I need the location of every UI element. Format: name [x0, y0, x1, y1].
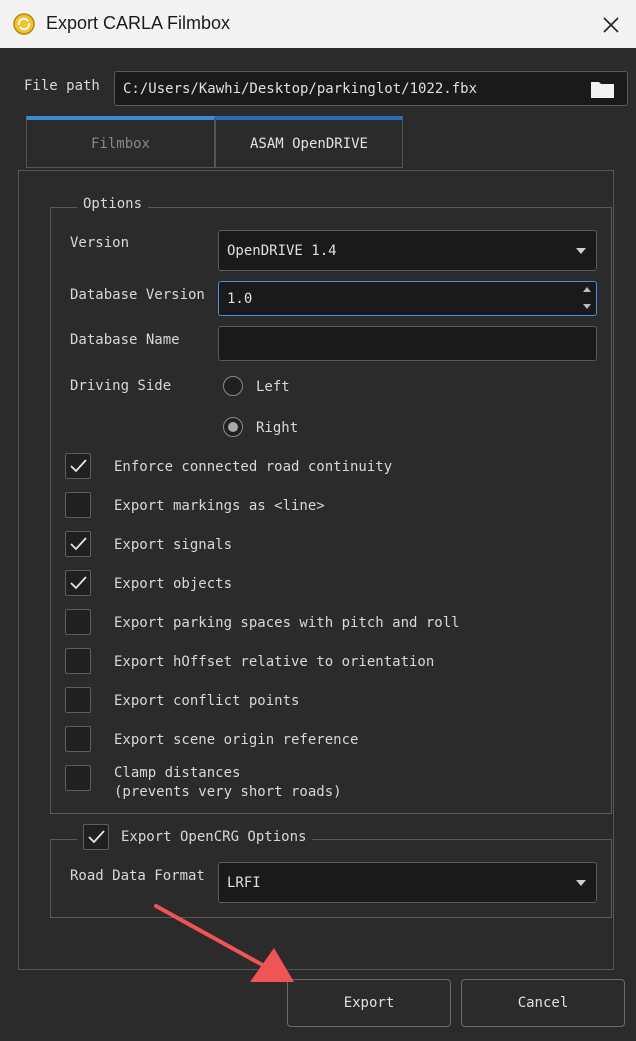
road-data-format-value: LRFI — [227, 874, 261, 891]
checkbox-export-objects-label: Export objects — [114, 576, 233, 592]
tab-filmbox[interactable]: Filmbox — [26, 116, 215, 168]
options-group: Options Version OpenDRIVE 1.4 Database V… — [50, 196, 612, 814]
database-version-value: 1.0 — [227, 290, 253, 307]
checkbox-scene-origin[interactable] — [65, 726, 91, 752]
database-version-spinbox[interactable]: 1.0 — [218, 281, 597, 316]
spin-up-icon[interactable] — [583, 287, 591, 292]
opencrg-group-header: Export OpenCRG Options — [77, 824, 313, 850]
database-name-input[interactable] — [218, 326, 597, 361]
cancel-button[interactable]: Cancel — [461, 979, 625, 1027]
tab-panel: Options Version OpenDRIVE 1.4 Database V… — [18, 170, 614, 970]
checkbox-conflict-points-label: Export conflict points — [114, 693, 300, 709]
version-value: OpenDRIVE 1.4 — [227, 242, 337, 259]
checkbox-parking-pitch-roll[interactable] — [65, 609, 91, 635]
checkbox-export-signals[interactable] — [65, 531, 91, 557]
checkbox-conflict-points[interactable] — [65, 687, 91, 713]
road-data-format-dropdown[interactable]: LRFI — [218, 862, 597, 903]
database-version-label: Database Version — [70, 287, 205, 303]
export-button-label: Export — [343, 995, 395, 1011]
folder-icon[interactable] — [590, 79, 616, 99]
driving-side-label: Driving Side — [70, 378, 172, 394]
file-path-value: C:/Users/Kawhi/Desktop/parkinglot/1022.f… — [123, 80, 478, 97]
close-icon[interactable] — [596, 10, 626, 40]
version-label: Version — [70, 235, 130, 251]
checkbox-export-markings-label: Export markings as <line> — [114, 498, 325, 514]
radio-right-label: Right — [256, 420, 299, 436]
checkbox-hoffset-label: Export hOffset relative to orientation — [114, 654, 435, 670]
radio-left[interactable] — [223, 376, 243, 396]
checkbox-export-opencrg[interactable] — [83, 824, 109, 850]
app-icon — [12, 12, 36, 36]
chevron-down-icon — [576, 247, 586, 254]
spin-down-icon[interactable] — [583, 304, 591, 309]
database-name-label: Database Name — [70, 332, 180, 348]
checkbox-clamp-distances-label: Clamp distances — [114, 765, 241, 781]
checkbox-parking-pitch-roll-label: Export parking spaces with pitch and rol… — [114, 615, 460, 631]
road-data-format-label: Road Data Format — [70, 868, 205, 884]
title-bar: Export CARLA Filmbox — [0, 0, 636, 48]
cancel-button-label: Cancel — [517, 995, 569, 1011]
tab-filmbox-label: Filmbox — [90, 135, 150, 152]
checkbox-hoffset[interactable] — [65, 648, 91, 674]
tab-opendrive-label: ASAM OpenDRIVE — [249, 135, 368, 152]
options-group-title: Options — [77, 196, 149, 212]
checkbox-export-objects[interactable] — [65, 570, 91, 596]
export-dialog: File path C:/Users/Kawhi/Desktop/parking… — [4, 48, 632, 1041]
checkbox-export-markings[interactable] — [65, 492, 91, 518]
window-title: Export CARLA Filmbox — [46, 13, 231, 33]
checkbox-export-signals-label: Export signals — [114, 537, 233, 553]
chevron-down-icon — [576, 879, 586, 886]
opencrg-group: Export OpenCRG Options Road Data Format … — [50, 824, 612, 918]
radio-right[interactable] — [223, 417, 243, 437]
file-path-label: File path — [24, 78, 100, 94]
radio-left-label: Left — [256, 379, 290, 395]
checkbox-clamp-distances-sublabel: (prevents very short roads) — [114, 784, 342, 800]
checkbox-enforce-continuity-label: Enforce connected road continuity — [114, 459, 393, 475]
export-button[interactable]: Export — [287, 979, 451, 1027]
file-path-field[interactable]: C:/Users/Kawhi/Desktop/parkinglot/1022.f… — [114, 71, 628, 106]
checkbox-clamp-distances[interactable] — [65, 765, 91, 791]
version-dropdown[interactable]: OpenDRIVE 1.4 — [218, 230, 597, 271]
checkbox-scene-origin-label: Export scene origin reference — [114, 732, 359, 748]
checkbox-enforce-continuity[interactable] — [65, 453, 91, 479]
tab-asam-opendrive[interactable]: ASAM OpenDRIVE — [215, 116, 403, 168]
opencrg-group-title: Export OpenCRG Options — [121, 829, 307, 845]
